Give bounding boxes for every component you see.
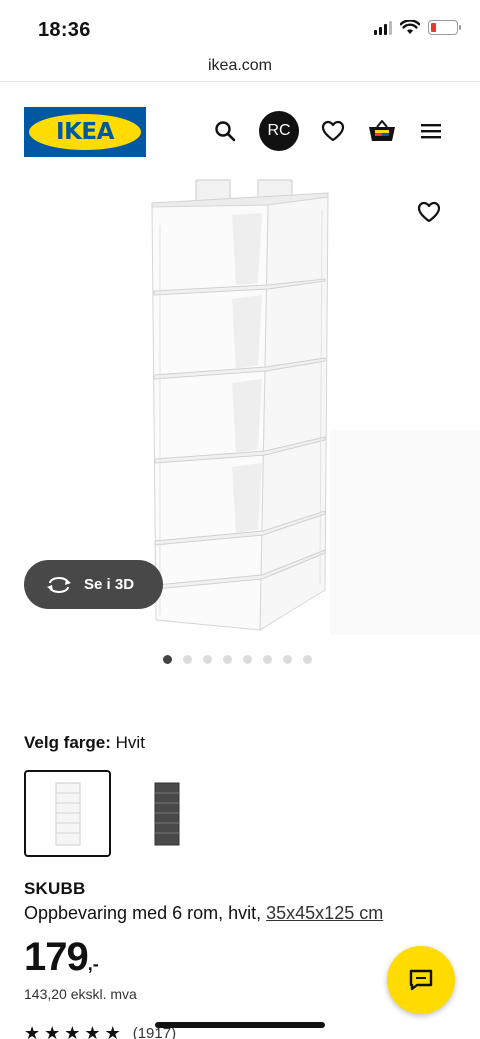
rotate-3d-icon xyxy=(47,576,71,593)
star-icon: ★ xyxy=(44,1023,61,1039)
product-name: SKUBB xyxy=(24,879,86,898)
color-swatches xyxy=(24,770,210,857)
status-icons xyxy=(374,20,461,35)
status-bar: 18:36 xyxy=(0,0,480,52)
chat-button[interactable] xyxy=(387,946,455,1014)
star-icon: ★ xyxy=(84,1023,101,1039)
wifi-icon xyxy=(400,20,420,34)
avatar[interactable]: RC xyxy=(259,111,299,151)
home-indicator xyxy=(155,1022,325,1028)
logo-text: IKEA xyxy=(56,119,114,145)
dark-grey-variant-thumbnail xyxy=(154,782,179,845)
white-variant-thumbnail xyxy=(55,782,80,845)
product-rating[interactable]: ★ ★ ★ ★ ★ (1917) xyxy=(24,1024,176,1039)
star-icon: ★ xyxy=(24,1023,41,1039)
heart-icon xyxy=(417,201,441,223)
basket-icon xyxy=(369,120,395,141)
wishlist-button[interactable] xyxy=(318,111,348,151)
logo-oval: IKEA xyxy=(29,114,141,150)
price-ex-vat: 143,20 ekskl. mva xyxy=(24,986,137,1002)
color-label: Velg farge: Hvit xyxy=(24,733,145,753)
menu-icon xyxy=(421,124,441,139)
menu-button[interactable] xyxy=(416,111,446,151)
pagination-dot[interactable] xyxy=(283,655,292,664)
product-favorite-button[interactable] xyxy=(414,197,444,227)
pagination-dot[interactable] xyxy=(163,655,172,664)
view-3d-label: Se i 3D xyxy=(84,576,135,593)
view-3d-button[interactable]: Se i 3D xyxy=(24,560,163,609)
search-button[interactable] xyxy=(210,111,240,151)
price-suffix: ,- xyxy=(87,954,99,974)
product-measure-link[interactable]: 35x45x125 cm xyxy=(266,903,383,923)
swatch-white[interactable] xyxy=(24,770,111,857)
header-actions: RC xyxy=(210,111,446,151)
color-value: Hvit xyxy=(115,733,145,752)
url-bar[interactable]: ikea.com xyxy=(0,52,480,82)
pagination-dot[interactable] xyxy=(303,655,312,664)
pagination-dot[interactable] xyxy=(203,655,212,664)
product-description: Oppbevaring med 6 rom, hvit, 35x45x125 c… xyxy=(24,903,383,924)
product-price: 179,- xyxy=(24,935,99,980)
heart-icon xyxy=(321,120,345,142)
search-icon xyxy=(215,121,236,142)
product-description-text: Oppbevaring med 6 rom, hvit, xyxy=(24,903,262,923)
chat-icon xyxy=(409,969,433,991)
swatch-dark-grey[interactable] xyxy=(123,770,210,857)
status-time: 18:36 xyxy=(38,19,91,41)
color-label-title: Velg farge: xyxy=(24,733,111,752)
star-icon: ★ xyxy=(64,1023,81,1039)
ikea-logo[interactable]: IKEA xyxy=(24,107,146,157)
image-pagination xyxy=(0,655,480,664)
pagination-dot[interactable] xyxy=(183,655,192,664)
site-header: IKEA RC xyxy=(0,100,480,164)
pagination-dot[interactable] xyxy=(263,655,272,664)
star-icon: ★ xyxy=(104,1023,121,1039)
pagination-dot[interactable] xyxy=(223,655,232,664)
pagination-dot[interactable] xyxy=(243,655,252,664)
battery-icon xyxy=(428,20,461,35)
signal-icon xyxy=(374,20,392,35)
price-main: 179 xyxy=(24,935,89,979)
cart-button[interactable] xyxy=(367,111,397,151)
